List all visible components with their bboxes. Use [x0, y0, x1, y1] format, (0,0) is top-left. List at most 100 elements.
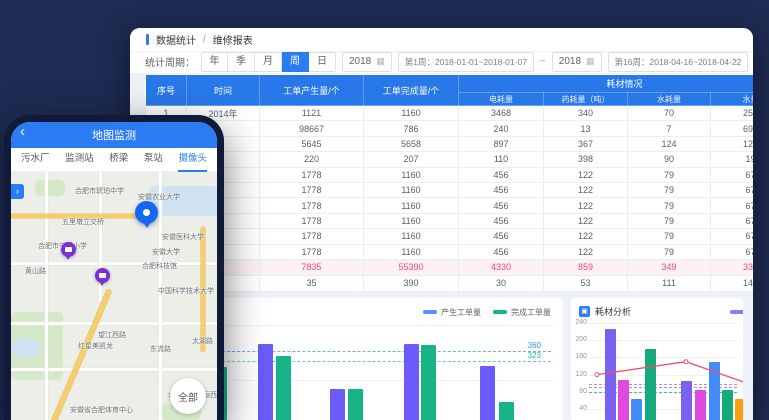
table-row: 177811604561227967 [146, 182, 754, 197]
table-row: 177811604561227967 [146, 167, 754, 182]
map-label: 红星美凯龙 [78, 341, 113, 351]
phone-tab[interactable]: 摄像头 [178, 148, 207, 172]
report-table-body: 12014年1121116034683407025098667786240137… [146, 106, 754, 292]
table-cell: 122 [544, 167, 628, 182]
table-cell: 897 [459, 136, 544, 151]
table-cell: 859 [544, 259, 628, 275]
col-header-created: 工单产生量/个 [260, 75, 364, 106]
map-road [11, 262, 217, 265]
table-row: 平均值353903053111140 [146, 275, 754, 291]
map-view[interactable]: 合肥市琥珀中学安徽农业大学五里墩立交桥合肥市宁溪小学安徽大学合肥科技馆黄山路安徽… [11, 172, 217, 420]
chart-bar [499, 402, 514, 420]
table-cell: 1160 [364, 198, 459, 213]
phone-tab[interactable]: 监测站 [65, 148, 94, 172]
filter-bar: 统计周期： 年季月周日 2018 ▦ 第1周：2018-01-01~2018-0… [130, 52, 753, 73]
period-segment[interactable]: 年 [201, 52, 228, 72]
map-label: 东流路 [150, 344, 171, 354]
period-segment[interactable]: 日 [309, 52, 336, 72]
breadcrumb: 数据统计 / 维修报表 [130, 28, 753, 52]
map-label: 黄山路 [25, 266, 46, 276]
phone-tab[interactable]: 污水厂 [21, 148, 50, 172]
map-road [11, 322, 217, 325]
table-cell: 70 [628, 106, 711, 121]
year-start-select[interactable]: 2018 ▦ [342, 52, 392, 72]
table-cell: 456 [459, 229, 544, 244]
map-park [35, 180, 65, 196]
table-cell: 456 [459, 167, 544, 182]
table-cell: 5658 [364, 136, 459, 151]
table-cell: 122 [544, 229, 628, 244]
table-cell: 5645 [260, 136, 364, 151]
table-cell: 35 [260, 275, 364, 291]
table-cell: 456 [459, 198, 544, 213]
table-cell: 1778 [260, 229, 364, 244]
table-cell: 786 [364, 121, 459, 136]
breadcrumb-section[interactable]: 数据统计 [156, 32, 196, 47]
phone-page-title: 地图监测 [92, 127, 136, 143]
back-icon[interactable]: ‹ [20, 123, 25, 140]
table-cell: 67 [711, 244, 754, 259]
map-label: 合肥市琥珀中学 [75, 186, 124, 196]
table-cell: 1160 [364, 106, 459, 121]
period-segment[interactable]: 季 [228, 52, 255, 72]
map-lake [11, 338, 41, 358]
table-cell: 3468 [459, 106, 544, 121]
table-cell: 55390 [364, 259, 459, 275]
map-label: 合肥科技馆 [142, 261, 177, 271]
year-end-select[interactable]: 2018 ▦ [552, 52, 602, 72]
table-cell: 122 [544, 244, 628, 259]
week-start-input[interactable]: 第1周：2018-01-01~2018-01-07 [398, 52, 534, 72]
reference-label: 323 [528, 351, 541, 360]
table-cell: 330 [711, 259, 754, 275]
chart-bar [480, 366, 495, 420]
panel-expander-icon[interactable]: › [11, 184, 24, 199]
year-start-value: 2018 [349, 56, 371, 67]
table-cell: 67 [711, 229, 754, 244]
chart-bar [258, 344, 273, 420]
table-cell: 67 [711, 213, 754, 228]
table-cell: 90 [628, 152, 711, 167]
table-cell: 390 [364, 275, 459, 291]
phone-tab[interactable]: 泵站 [144, 148, 163, 172]
map-road [11, 368, 217, 371]
table-cell: 67 [711, 198, 754, 213]
table-row: 98667786240137690 [146, 121, 754, 136]
period-segments: 年季月周日 [201, 52, 336, 72]
week-end-value: 第16周：2018-04-16~2018-04-22 [615, 56, 742, 68]
table-cell: 456 [459, 182, 544, 197]
table-cell: 122 [544, 182, 628, 197]
charts-row: 产生工单量完成工单量 360323 ▣ 耗材分析 240200160120804… [140, 298, 743, 420]
table-cell: 1160 [364, 229, 459, 244]
selected-camera-marker[interactable] [135, 201, 158, 224]
table-cell: 67 [711, 182, 754, 197]
period-label: 统计周期： [145, 54, 195, 69]
period-segment[interactable]: 周 [282, 52, 309, 72]
period-segment[interactable]: 月 [255, 52, 282, 72]
year-end-value: 2018 [559, 56, 581, 67]
table-cell: 1778 [260, 182, 364, 197]
table-cell: 240 [459, 121, 544, 136]
table-cell: 122 [544, 198, 628, 213]
week-end-input[interactable]: 第16周：2018-04-16~2018-04-22 [608, 52, 749, 72]
table-cell: 1778 [260, 198, 364, 213]
map-label: 安徽医科大学 [162, 232, 204, 242]
camera-pin[interactable] [61, 242, 76, 257]
phone-tab[interactable]: 桥梁 [109, 148, 128, 172]
show-all-button[interactable]: 全部 [170, 378, 206, 414]
table-cell: 1160 [364, 182, 459, 197]
map-label: 安徽省合肥体育中心 [70, 405, 133, 415]
table-cell: 124 [628, 136, 711, 151]
map-road [45, 172, 48, 420]
phone-app-header: ‹ 地图监测 [11, 122, 217, 148]
table-row: 56455658897367124129 [146, 136, 754, 151]
phone-screen: ‹ 地图监测 污水厂监测站桥梁泵站摄像头 合肥市琥珀中学安徽农业大学五里墩立 [11, 122, 217, 420]
col-header-consumables-group: 耗材情况 [459, 75, 754, 93]
table-cell: 129 [711, 136, 754, 151]
col-header-water-use: 水耗量 [628, 93, 711, 106]
col-header-completed: 工单完成量/个 [364, 75, 459, 106]
table-cell: 1160 [364, 213, 459, 228]
camera-pin[interactable] [95, 268, 110, 283]
table-cell: 690 [711, 121, 754, 136]
table-row: 2202071103989019 [146, 152, 754, 167]
calendar-icon: ▦ [586, 56, 595, 67]
